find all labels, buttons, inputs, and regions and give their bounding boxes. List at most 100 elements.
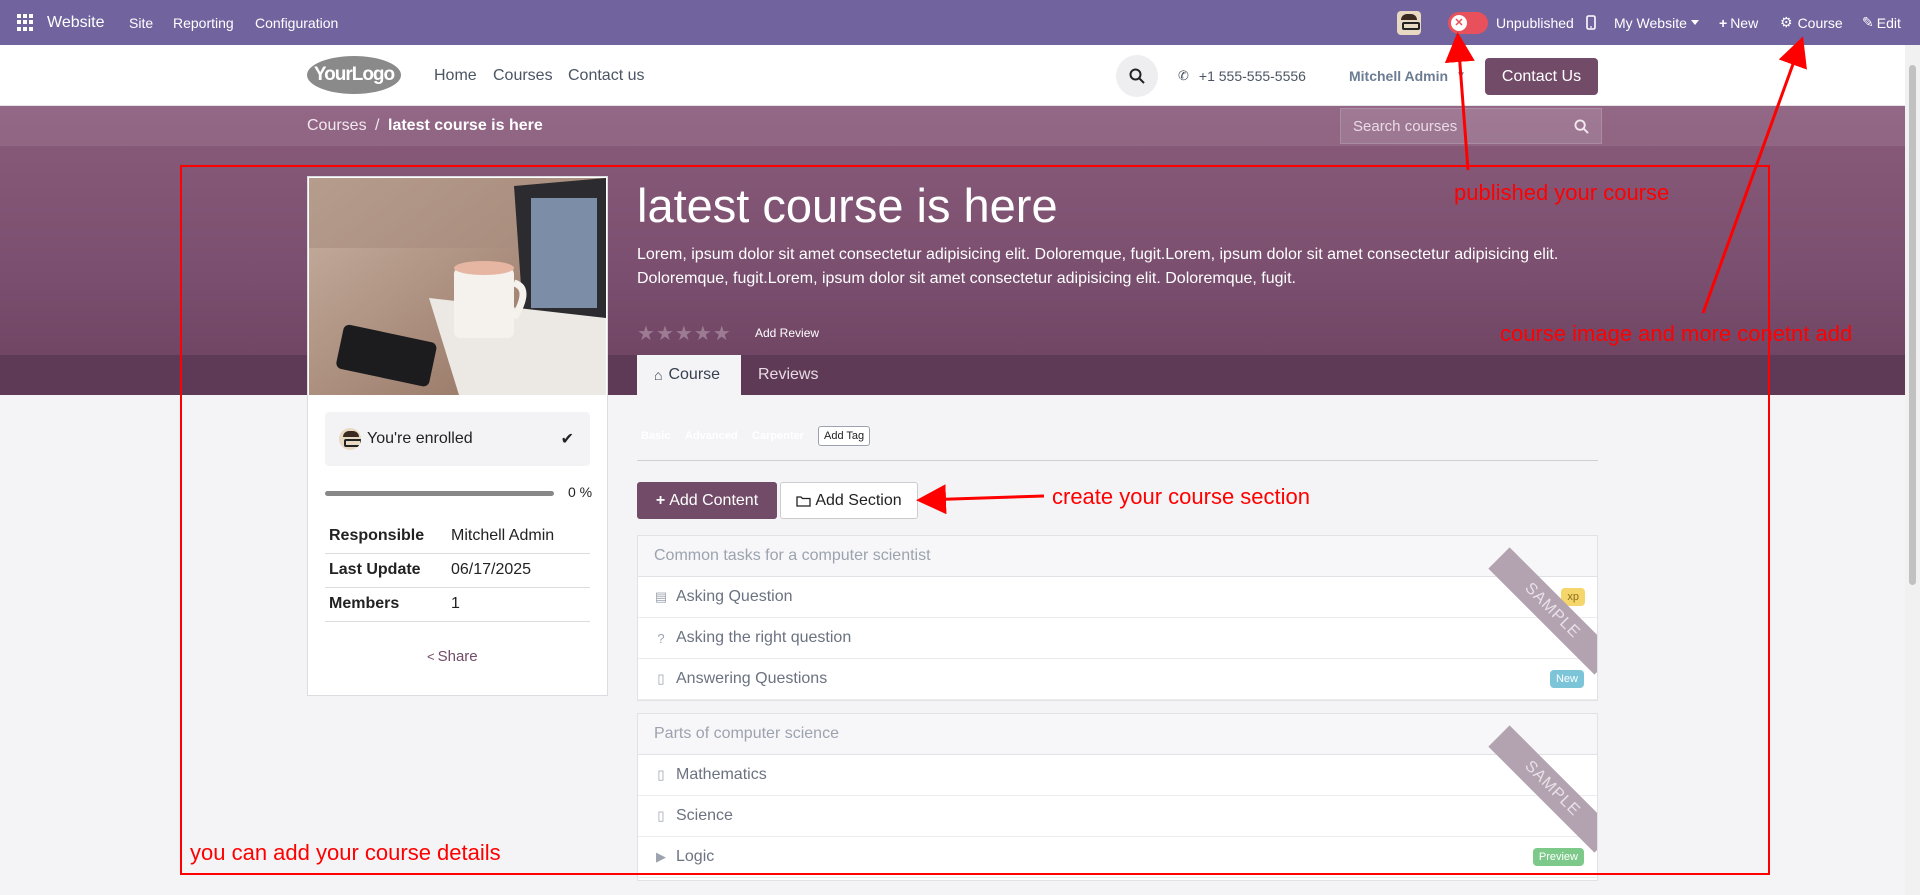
add-section-label: Add Section [815,491,902,509]
menu-configuration[interactable]: Configuration [255,0,338,45]
star-icon: ★ [655,323,674,345]
check-icon: ✔ [560,431,574,448]
rating-stars: ★ ★ ★ ★ ★ [637,322,731,346]
publish-toggle[interactable]: ✕ Unpublished [1448,0,1574,45]
phone-link[interactable]: ✆ +1 555-555-5556 [1178,45,1306,106]
scrollbar-thumb[interactable] [1909,65,1916,585]
share-label: Share [437,648,478,665]
plus-icon: + [1719,14,1728,31]
folder-icon [796,495,812,507]
tag-advanced[interactable]: Advanced [681,427,742,444]
breadcrumb-separator: / [375,117,380,134]
publish-status-label: Unpublished [1496,14,1574,31]
tab-reviews[interactable]: Reviews [741,355,835,395]
home-icon: ⌂ [654,367,663,383]
share-button[interactable]: < Share [427,648,478,665]
tag-carpenter[interactable]: Carpenter [748,427,808,444]
gear-icon: ⚙ [1780,14,1793,30]
course-search-input[interactable]: Search courses [1340,108,1602,144]
page-scrollbar[interactable] [1905,45,1920,895]
star-icon: ★ [637,323,655,345]
section-title[interactable]: Common tasks for a computer scientist [638,536,1597,577]
annotation-arrow [916,484,1045,515]
pencil-icon: ✎ [1862,14,1874,30]
content-title: Logic [676,848,715,865]
website-selector-label: My Website [1614,14,1687,31]
info-value: 1 [447,587,590,622]
content-title: Answering Questions [676,670,828,687]
website-selector[interactable]: My Website [1614,0,1699,45]
phone-icon: ✆ [1178,67,1189,83]
course-progress-value: 0 % [568,484,593,500]
content-title: Mathematics [676,766,767,783]
apps-menu-icon[interactable] [17,0,35,45]
add-review-link[interactable]: Add Review [755,326,819,340]
list-item[interactable]: ▯ Answering Questions New [638,659,1597,700]
nav-courses[interactable]: Courses [493,45,553,106]
list-item[interactable]: ▯ Mathematics [638,755,1597,796]
logo-text: YourLogo [313,64,395,85]
breadcrumb-root[interactable]: Courses [307,106,367,146]
menu-reporting[interactable]: Reporting [173,0,234,45]
course-progress-bar [325,491,554,496]
course-settings-button[interactable]: ⚙ Course [1780,0,1843,45]
admin-top-bar: Website Site Reporting Configuration ✕ U… [0,0,1920,45]
edit-label: Edit [1876,14,1901,31]
divider [637,460,1598,461]
contact-us-button[interactable]: Contact Us [1485,58,1598,95]
course-image[interactable] [309,178,606,395]
course-description: Lorem, ipsum dolor sit amet consectetur … [637,246,1559,287]
table-row: Last Update 06/17/2025 [325,553,590,588]
info-label: Last Update [325,553,447,588]
new-badge: New [1549,670,1584,688]
info-label: Members [325,587,447,622]
user-menu[interactable]: Mitchell Admin ▼ [1349,45,1466,106]
tag-basic[interactable]: Basic [637,427,674,444]
section-title[interactable]: Parts of computer science [638,714,1597,755]
add-tag-button[interactable]: Add Tag [818,426,871,446]
info-value: 06/17/2025 [447,553,590,588]
nav-contact-us[interactable]: Contact us [568,45,644,106]
tab-course[interactable]: ⌂ Course [637,355,741,395]
search-button[interactable] [1116,55,1158,97]
edit-button[interactable]: ✎ Edit [1862,0,1901,45]
user-avatar[interactable] [1397,0,1421,45]
course-section: Common tasks for a computer scientist ▤ … [637,535,1598,701]
annotation-image-content: course image and more conetnt add [1500,321,1853,346]
search-placeholder: Search courses [1353,117,1458,135]
plus-icon: + [655,491,666,509]
app-name[interactable]: Website [47,0,105,45]
play-icon: ▶ [656,849,666,864]
breadcrumb-current: latest course is here [388,117,543,134]
content-title: Science [676,807,733,824]
new-label: New [1730,14,1759,31]
add-content-button[interactable]: + Add Content [637,482,777,519]
search-icon[interactable] [1574,119,1589,134]
list-item[interactable]: ▶ Logic Preview [638,837,1597,878]
user-name: Mitchell Admin [1349,67,1449,84]
list-item[interactable]: ▯ Science [638,796,1597,837]
avatar [339,428,361,450]
mobile-preview-icon[interactable] [1586,0,1596,45]
site-logo[interactable]: YourLogo [307,56,401,94]
tab-band [0,355,1905,395]
question-icon: ? [657,630,665,646]
document-icon: ▤ [654,589,668,604]
menu-site[interactable]: Site [129,0,153,45]
content-title: Asking Question [676,588,793,605]
star-icon: ★ [674,323,693,345]
site-header: YourLogo Home Courses Contact us ✆ +1 555… [0,45,1905,106]
new-button[interactable]: + New [1719,0,1758,45]
enrolled-status: You're enrolled ✔ [325,412,590,466]
list-item[interactable]: ▤ Asking Question xp [638,577,1597,618]
add-section-button[interactable]: Add Section [780,482,918,519]
breadcrumb-band [0,106,1905,146]
caret-down-icon [1690,20,1699,25]
table-row: Members 1 [325,587,590,622]
add-content-label: Add Content [669,491,759,509]
pdf-icon: ▯ [657,671,665,686]
caret-down-icon: ▼ [1456,70,1466,81]
table-row: Responsible Mitchell Admin [325,519,590,554]
list-item[interactable]: ? Asking the right question [638,618,1597,659]
nav-home[interactable]: Home [434,45,477,106]
